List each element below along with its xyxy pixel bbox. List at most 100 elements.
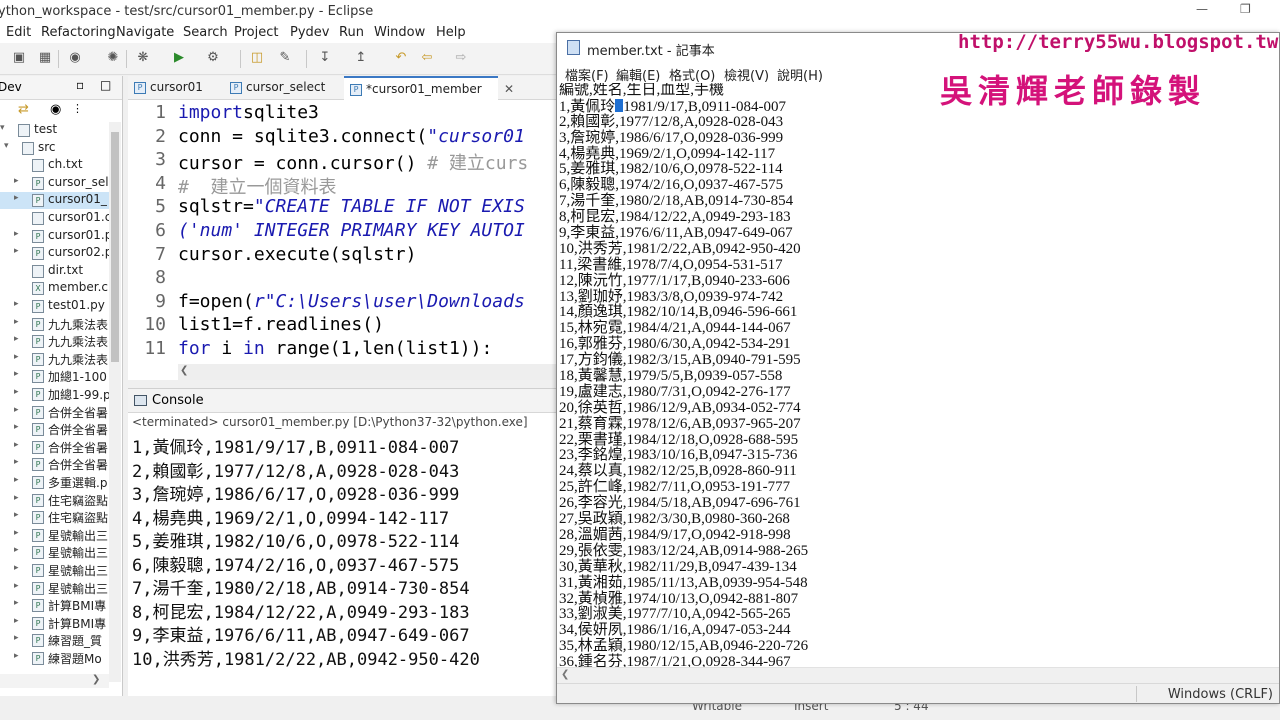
restore-icon[interactable]: ❐ [1240, 2, 1251, 16]
prev-annotation-icon[interactable]: ↥ [352, 49, 370, 67]
tab-cursor01-member[interactable]: P *cursor01_member ✕ [344, 76, 514, 100]
tree-item[interactable]: ▸ P 星號輸出三 [0, 562, 109, 579]
menu-pydev[interactable]: Pydev [290, 25, 329, 40]
menu-project[interactable]: Project [234, 25, 278, 40]
tree-item[interactable]: ▸ P 計算BMI專 [0, 597, 109, 614]
collapsed-arrow-icon[interactable]: ▸ [14, 598, 19, 608]
maximize-view-icon[interactable]: □ [100, 78, 111, 92]
tree-item[interactable]: cursor01.c [0, 210, 111, 227]
last-edit-icon[interactable]: ↶ [392, 49, 410, 67]
pen-icon[interactable]: ✎ [276, 49, 294, 67]
tree-item[interactable]: Xmember.c [0, 280, 109, 297]
back-arrow-icon[interactable]: ⇦ [418, 49, 436, 67]
collapsed-arrow-icon[interactable]: ▸ [14, 246, 19, 256]
tree-item[interactable]: ▾ test [0, 122, 109, 139]
collapsed-arrow-icon[interactable]: ▸ [14, 581, 19, 591]
collapsed-arrow-icon[interactable]: ▸ [14, 493, 19, 503]
collapsed-arrow-icon[interactable]: ▸ [14, 651, 19, 661]
collapsed-arrow-icon[interactable]: ▸ [14, 528, 19, 538]
close-tab-icon[interactable]: ✕ [504, 82, 514, 96]
tree-item[interactable]: ▸ P 合併全省暑 [0, 456, 109, 473]
collapsed-arrow-icon[interactable]: ▸ [14, 193, 19, 203]
menu-navigate[interactable]: Navigate [116, 25, 174, 40]
tab-cursor01[interactable]: P cursor01 [128, 76, 203, 100]
collapsed-arrow-icon[interactable]: ▸ [14, 352, 19, 362]
menu-refactoring[interactable]: Refactoring [41, 25, 116, 40]
collapsed-arrow-icon[interactable]: ▸ [14, 317, 19, 327]
expanded-arrow-icon[interactable]: ▾ [4, 141, 9, 151]
collapsed-arrow-icon[interactable]: ▸ [14, 334, 19, 344]
scroll-right-icon[interactable]: ❯ [92, 674, 100, 685]
tree-item[interactable]: dir.txt [0, 263, 109, 280]
menu-help[interactable]: Help [436, 25, 466, 40]
tree-item[interactable]: ▸ P 星號輸出三 [0, 527, 109, 544]
minimize-view-icon[interactable]: ▫ [76, 78, 84, 92]
scrollbar-thumb[interactable] [111, 132, 119, 362]
scroll-left-icon[interactable]: ❮ [561, 669, 569, 680]
tab-cursor-select[interactable]: P cursor_select [224, 76, 325, 100]
menu-edit-np[interactable]: 編輯(E) [616, 65, 660, 84]
collapsed-arrow-icon[interactable]: ▸ [14, 229, 19, 239]
next-annotation-icon[interactable]: ↧ [316, 49, 334, 67]
new-icon[interactable]: ◉ [66, 49, 84, 67]
bug-icon[interactable]: ❋ [134, 49, 152, 67]
collapsed-arrow-icon[interactable]: ▸ [14, 545, 19, 555]
tree-item[interactable]: ▸ P 九九乘法表 [0, 333, 109, 350]
tree-item[interactable]: ▸ P 住宅竊盜點 [0, 509, 109, 526]
tree-item[interactable]: ▸ P 星號輸出三 [0, 544, 109, 561]
console-output[interactable]: 1,黃佩玲,1981/9/17,B,0911-084-007 2,賴國彰,1977… [132, 433, 480, 670]
tree-item[interactable]: ▸ Pcursor01.p [0, 228, 112, 245]
menu-edit[interactable]: Edit [6, 25, 31, 40]
link-editor-icon[interactable]: ⇄ [18, 102, 29, 117]
collapsed-arrow-icon[interactable]: ▸ [14, 563, 19, 573]
tree-item[interactable]: ▸ P 合併全省暑 [0, 404, 109, 421]
tree-item[interactable]: ▸ P 練習題Mo [0, 650, 109, 667]
collapsed-arrow-icon[interactable]: ▸ [14, 633, 19, 643]
menu-window[interactable]: Window [374, 25, 425, 40]
collapsed-arrow-icon[interactable]: ▸ [14, 369, 19, 379]
tree-item[interactable]: ▸ P 九九乘法表 [0, 316, 109, 333]
menu-view[interactable]: 檢視(V) [724, 65, 769, 84]
collapsed-arrow-icon[interactable]: ▸ [14, 440, 19, 450]
package-explorer-tab[interactable]: Dev ▫ □ [0, 76, 122, 100]
code-area[interactable]: 1 importsqlite3 2 conn = sqlite3.connect("c… [128, 102, 558, 370]
collapsed-arrow-icon[interactable]: ▸ [14, 475, 19, 485]
view-menu-icon[interactable]: ⋮ [72, 102, 83, 115]
menu-file[interactable]: 檔案(F) [565, 65, 609, 84]
run-icon[interactable]: ▶ [170, 49, 188, 67]
open-folder-icon[interactable]: ◫ [248, 49, 266, 67]
tree-item[interactable]: ▸ P 合併全省暑 [0, 421, 109, 438]
collapsed-arrow-icon[interactable]: ▸ [14, 176, 19, 186]
tree-item[interactable]: ▸ Pcursor01_ [0, 192, 109, 210]
tree-item[interactable]: ▸ P 練習題_質 [0, 632, 109, 649]
scroll-left-icon[interactable]: ❮ [180, 365, 188, 376]
save-all-icon[interactable]: ▦ [36, 49, 54, 67]
package-explorer-scrollbar[interactable] [109, 122, 121, 682]
tree-item[interactable]: ▸ Pcursor_sel [0, 175, 109, 192]
tree-item[interactable]: ▸ P 加總1-99.p [0, 386, 111, 403]
console-tab[interactable]: Console [128, 389, 558, 413]
menu-format[interactable]: 格式(O) [669, 65, 715, 84]
tree-item[interactable]: ▾ src [0, 140, 109, 157]
editor-hscrollbar[interactable]: ❮ [178, 364, 556, 380]
menu-search[interactable]: Search [183, 25, 228, 40]
tree-item[interactable]: ▸ P 多重選輯.p [0, 474, 109, 491]
notepad-hscrollbar[interactable]: ❮ [557, 667, 1279, 683]
collapsed-arrow-icon[interactable]: ▸ [14, 510, 19, 520]
minimize-icon[interactable]: — [1196, 2, 1208, 16]
tree-item[interactable]: ▸ P 住宅竊盜點 [0, 492, 109, 509]
menu-run[interactable]: Run [339, 25, 364, 40]
tree-item[interactable]: ▸ P 加總1-100 [0, 368, 109, 385]
filter-icon[interactable]: ◉ [50, 102, 61, 117]
notepad-text-area[interactable]: 編號,姓名,生日,血型,手機 1,黃佩玲 1981/9/17,B,0911-084… [559, 83, 1277, 667]
tree-item[interactable]: ▸ P 合併全省暑 [0, 439, 109, 456]
debug-icon[interactable]: ✺ [104, 49, 122, 67]
collapsed-arrow-icon[interactable]: ▸ [14, 405, 19, 415]
menu-help-np[interactable]: 說明(H) [777, 65, 823, 84]
external-tools-icon[interactable]: ⚙ [204, 49, 222, 67]
tree-item[interactable]: ▸ P 星號輸出三 [0, 580, 109, 597]
collapsed-arrow-icon[interactable]: ▸ [14, 457, 19, 467]
collapsed-arrow-icon[interactable]: ▸ [14, 299, 19, 309]
package-explorer-hscrollbar[interactable]: ❯ [0, 674, 109, 688]
tree-item[interactable]: ▸ P 計算BMI專 [0, 615, 109, 632]
